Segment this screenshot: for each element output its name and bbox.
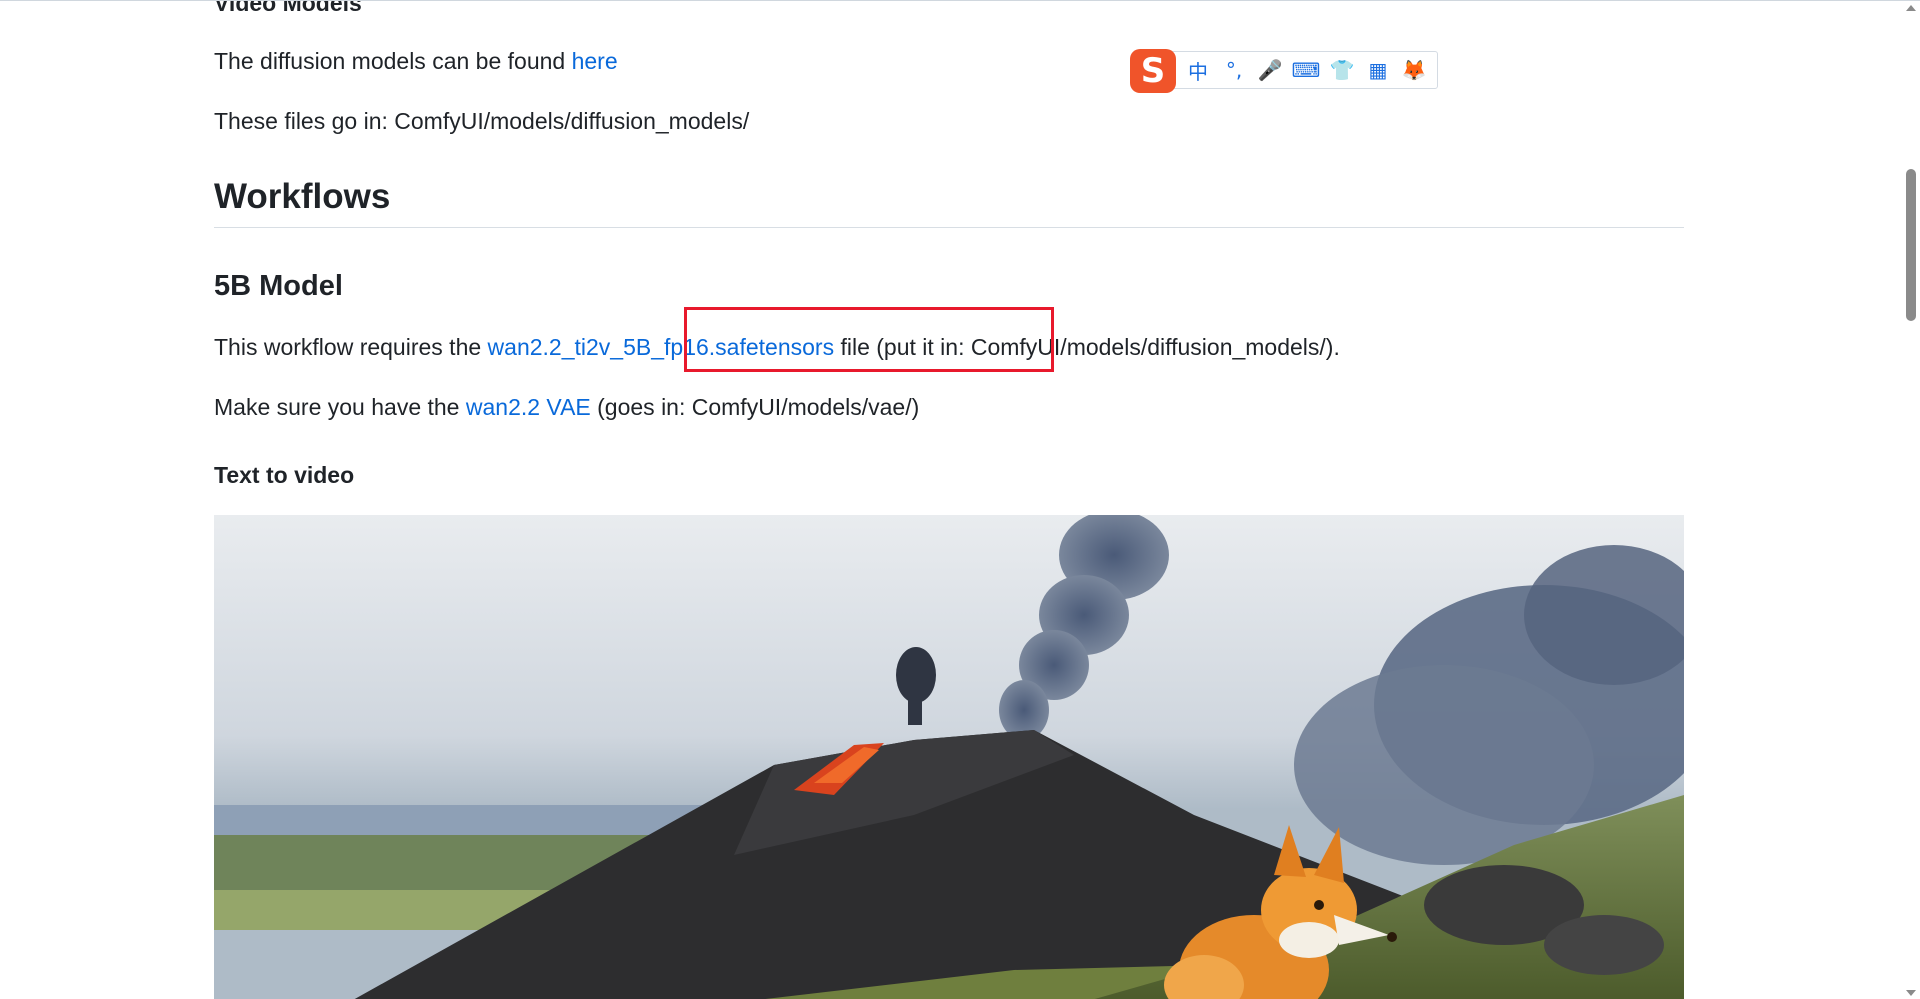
safetensors-link[interactable]: wan2.2_ti2v_5B_fp16.safetensors (488, 334, 835, 360)
sogou-logo-icon[interactable]: S (1130, 49, 1176, 93)
volcano-fox-scene (214, 515, 1684, 999)
text-to-video-heading: Text to video (214, 462, 355, 488)
video-models-heading: Video Models (214, 0, 362, 16)
diffusion-models-link[interactable]: here (572, 48, 618, 74)
mascot-icon[interactable]: 🦊 (1402, 58, 1427, 82)
files-location-paragraph: These files go in: ComfyUI/models/diffus… (214, 108, 750, 134)
scrollbar-thumb[interactable] (1906, 169, 1916, 321)
vertical-scrollbar[interactable] (1902, 1, 1920, 999)
5b-model-heading: 5B Model (214, 270, 343, 302)
diffusion-text: The diffusion models can be found (214, 48, 572, 74)
ime-items: 中 °, 🎤 ⌨ 👕 ▦ 🦊 (1186, 52, 1426, 88)
workflow-requires-paragraph: This workflow requires the wan2.2_ti2v_5… (214, 333, 1340, 363)
vae-link[interactable]: wan2.2 VAE (466, 394, 591, 420)
vae-prefix: Make sure you have the (214, 394, 466, 420)
vae-paragraph: Make sure you have the wan2.2 VAE (goes … (214, 393, 919, 423)
ime-toolbar[interactable]: S 中 °, 🎤 ⌨ 👕 ▦ 🦊 (1130, 49, 1438, 93)
skin-icon[interactable]: 👕 (1330, 58, 1355, 82)
microphone-icon[interactable]: 🎤 (1258, 58, 1283, 82)
workflows-heading: Workflows (214, 175, 1684, 228)
chinese-mode-icon[interactable]: 中 (1186, 58, 1210, 84)
page: Video Models The diffusion models can be… (0, 0, 1920, 999)
text-to-video-example-image (214, 515, 1684, 999)
punctuation-icon[interactable]: °, (1222, 58, 1246, 82)
scroll-up-arrow-icon[interactable] (1906, 5, 1916, 11)
apps-icon[interactable]: ▦ (1366, 58, 1390, 82)
requires-prefix: This workflow requires the (214, 334, 488, 360)
requires-suffix: file (put it in: ComfyUI/models/diffusio… (834, 334, 1340, 360)
scroll-down-arrow-icon[interactable] (1906, 990, 1916, 996)
vae-suffix: (goes in: ComfyUI/models/vae/) (590, 394, 920, 420)
keyboard-icon[interactable]: ⌨ (1292, 58, 1321, 82)
diffusion-models-paragraph: The diffusion models can be found here (214, 47, 618, 77)
